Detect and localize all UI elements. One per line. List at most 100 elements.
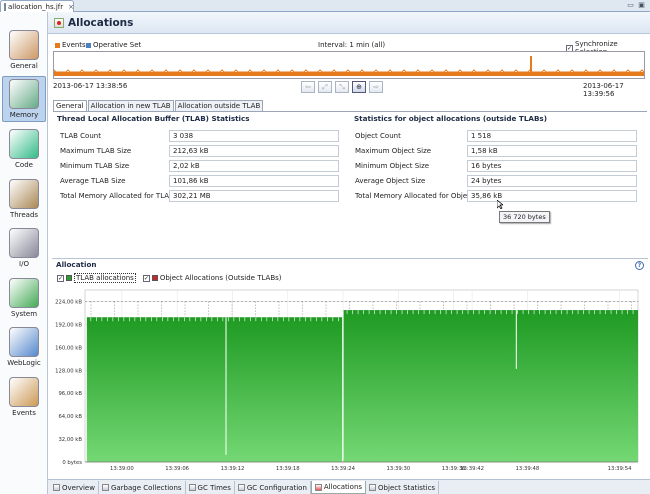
nav-item-general[interactable]: General: [2, 26, 46, 72]
nav-item-memory[interactable]: Memory: [2, 76, 46, 122]
maximize-icon[interactable]: ▣: [637, 1, 646, 10]
stat-row: Maximum Object Size: [355, 144, 431, 157]
bottom-tab-bar: Overview Garbage Collections GC Times GC Co…: [48, 479, 650, 494]
stat-label: Minimum TLAB Size: [60, 162, 129, 170]
timeline-area: Events Operative Set Interval: 1 min (al…: [48, 35, 650, 95]
stat-label: Minimum Object Size: [355, 162, 429, 170]
x-tick-label: 13:39:00: [110, 466, 134, 472]
stat-label: Maximum Object Size: [355, 147, 431, 155]
gc-icon: [102, 484, 109, 491]
allocation-chart[interactable]: 0 bytes32,00 kB64,00 kB96,00 kB128,00 kB…: [52, 284, 648, 478]
nav-item-label: General: [10, 62, 38, 70]
legend-item-1[interactable]: ✓ Object Allocations (Outside TLABs): [143, 274, 282, 282]
stat-row: Maximum TLAB Size: [60, 144, 131, 157]
bottom-tab-label: Garbage Collections: [111, 484, 182, 492]
nav-item-label: Threads: [10, 211, 38, 219]
bottom-tab-overview[interactable]: Overview: [50, 481, 99, 494]
bottom-tab-gc-configuration[interactable]: GC Configuration: [235, 481, 311, 494]
legend-events-label: Events: [62, 41, 86, 49]
x-tick-label: 13:39:30: [386, 466, 410, 472]
zoom-back-icon[interactable]: ⇦: [301, 81, 315, 93]
allocations-icon: [315, 484, 322, 491]
stat-value: 35,86 kB: [467, 190, 637, 202]
minimize-icon[interactable]: ▭: [626, 1, 635, 10]
close-icon[interactable]: ×: [68, 3, 74, 11]
y-tick-label: 32,00 kB: [58, 437, 82, 443]
bottom-tab-allocations[interactable]: Allocations: [311, 481, 366, 494]
value-tooltip: 36 720 bytes: [499, 211, 550, 223]
stat-row: Total Memory Allocated for TLABs: [60, 189, 178, 202]
events-color-icon: [55, 43, 60, 48]
nav-item-threads[interactable]: Threads: [2, 175, 46, 221]
x-tick-label: 13:39:54: [608, 466, 632, 472]
zoom-in-icon[interactable]: ⤡: [335, 81, 349, 93]
nav-item-weblogic[interactable]: WebLogic: [2, 323, 46, 369]
nav-item-label: System: [11, 310, 37, 318]
x-tick-label: 13:39:42: [460, 466, 484, 472]
nav-item-io[interactable]: I/O: [2, 224, 46, 270]
stat-value: 16 bytes: [467, 160, 637, 172]
x-tick-label: 13:39:24: [331, 466, 355, 472]
content-header: Allocations: [48, 12, 650, 34]
nav-item-events[interactable]: Events: [2, 373, 46, 419]
bottom-tab-label: GC Times: [198, 484, 231, 492]
legend-label: Object Allocations (Outside TLABs): [160, 274, 282, 282]
gauge-icon: [9, 30, 39, 60]
timeline-graph: [54, 52, 644, 78]
legend-label: TLAB allocations: [74, 273, 136, 283]
nav-item-system[interactable]: System: [2, 274, 46, 320]
allocation-legend: ✓ TLAB allocations ✓ Object Allocations (Ou…: [57, 273, 286, 283]
x-tick-label: 13:39:12: [221, 466, 245, 472]
timeline-strip[interactable]: [53, 51, 645, 79]
nav-item-label: WebLogic: [7, 359, 41, 367]
file-icon: [4, 3, 6, 11]
system-icon: [9, 278, 39, 308]
weblogic-icon: [9, 327, 39, 357]
tlab-area-segment: [87, 317, 342, 462]
nav-item-label: Events: [12, 409, 36, 417]
nav-item-code[interactable]: Code: [2, 125, 46, 171]
allocation-title: Allocation: [56, 260, 97, 269]
operative-set-color-icon: [86, 43, 91, 48]
stat-label: Average TLAB Size: [60, 177, 126, 185]
object-stats-title: Statistics for object allocations (outsi…: [354, 114, 547, 123]
editor-tab[interactable]: allocation_hs.jfr ×: [0, 0, 74, 12]
bottom-tab-gc-times[interactable]: GC Times: [186, 481, 235, 494]
object-stats-icon: [369, 484, 376, 491]
stat-label: Maximum TLAB Size: [60, 147, 131, 155]
timeline-end-time: 2013-06-17 13:39:56: [583, 82, 650, 98]
legend-operative-label: Operative Set: [93, 41, 141, 49]
x-tick-label: 13:39:48: [516, 466, 540, 472]
memory-chip-icon: [9, 79, 39, 109]
zoom-forward-icon[interactable]: ⇨: [369, 81, 383, 93]
bottom-tab-label: Allocations: [324, 483, 362, 491]
zoom-out-icon[interactable]: ⤢: [318, 81, 332, 93]
help-icon[interactable]: ?: [635, 261, 644, 270]
stat-row: Average Object Size: [355, 174, 425, 187]
bottom-tab-garbage-collections[interactable]: Garbage Collections: [99, 481, 186, 494]
io-icon: [9, 228, 39, 258]
checkbox-icon[interactable]: ✓: [57, 275, 64, 282]
gc-times-icon: [189, 484, 196, 491]
checkbox-icon[interactable]: ✓: [143, 275, 150, 282]
interval-label: Interval: 1 min (all): [318, 41, 385, 49]
allocation-section-header: Allocation ?: [52, 258, 648, 270]
stat-label: Average Object Size: [355, 177, 425, 185]
stat-value: 24 bytes: [467, 175, 637, 187]
stat-label: TLAB Count: [60, 132, 101, 140]
stat-value: 2,02 kB: [169, 160, 339, 172]
timeline-start-time: 2013-06-17 13:38:56: [53, 82, 127, 90]
stat-row: Minimum Object Size: [355, 159, 429, 172]
overview-icon: [53, 484, 60, 491]
tlab-stats-title: Thread Local Allocation Buffer (TLAB) St…: [57, 114, 250, 123]
bottom-tab-label: Overview: [62, 484, 95, 492]
zoom-fit-icon[interactable]: ⊕: [352, 81, 366, 93]
code-icon: [9, 129, 39, 159]
stat-label: Total Memory Allocated for Objects: [355, 192, 477, 200]
bottom-tab-object-statistics[interactable]: Object Statistics: [366, 481, 439, 494]
stat-row: Object Count: [355, 129, 401, 142]
editor-tab-label: allocation_hs.jfr: [8, 3, 63, 11]
y-tick-label: 224,00 kB: [55, 299, 82, 305]
legend-item-0[interactable]: ✓ TLAB allocations: [57, 273, 136, 283]
y-tick-label: 0 bytes: [62, 460, 82, 466]
